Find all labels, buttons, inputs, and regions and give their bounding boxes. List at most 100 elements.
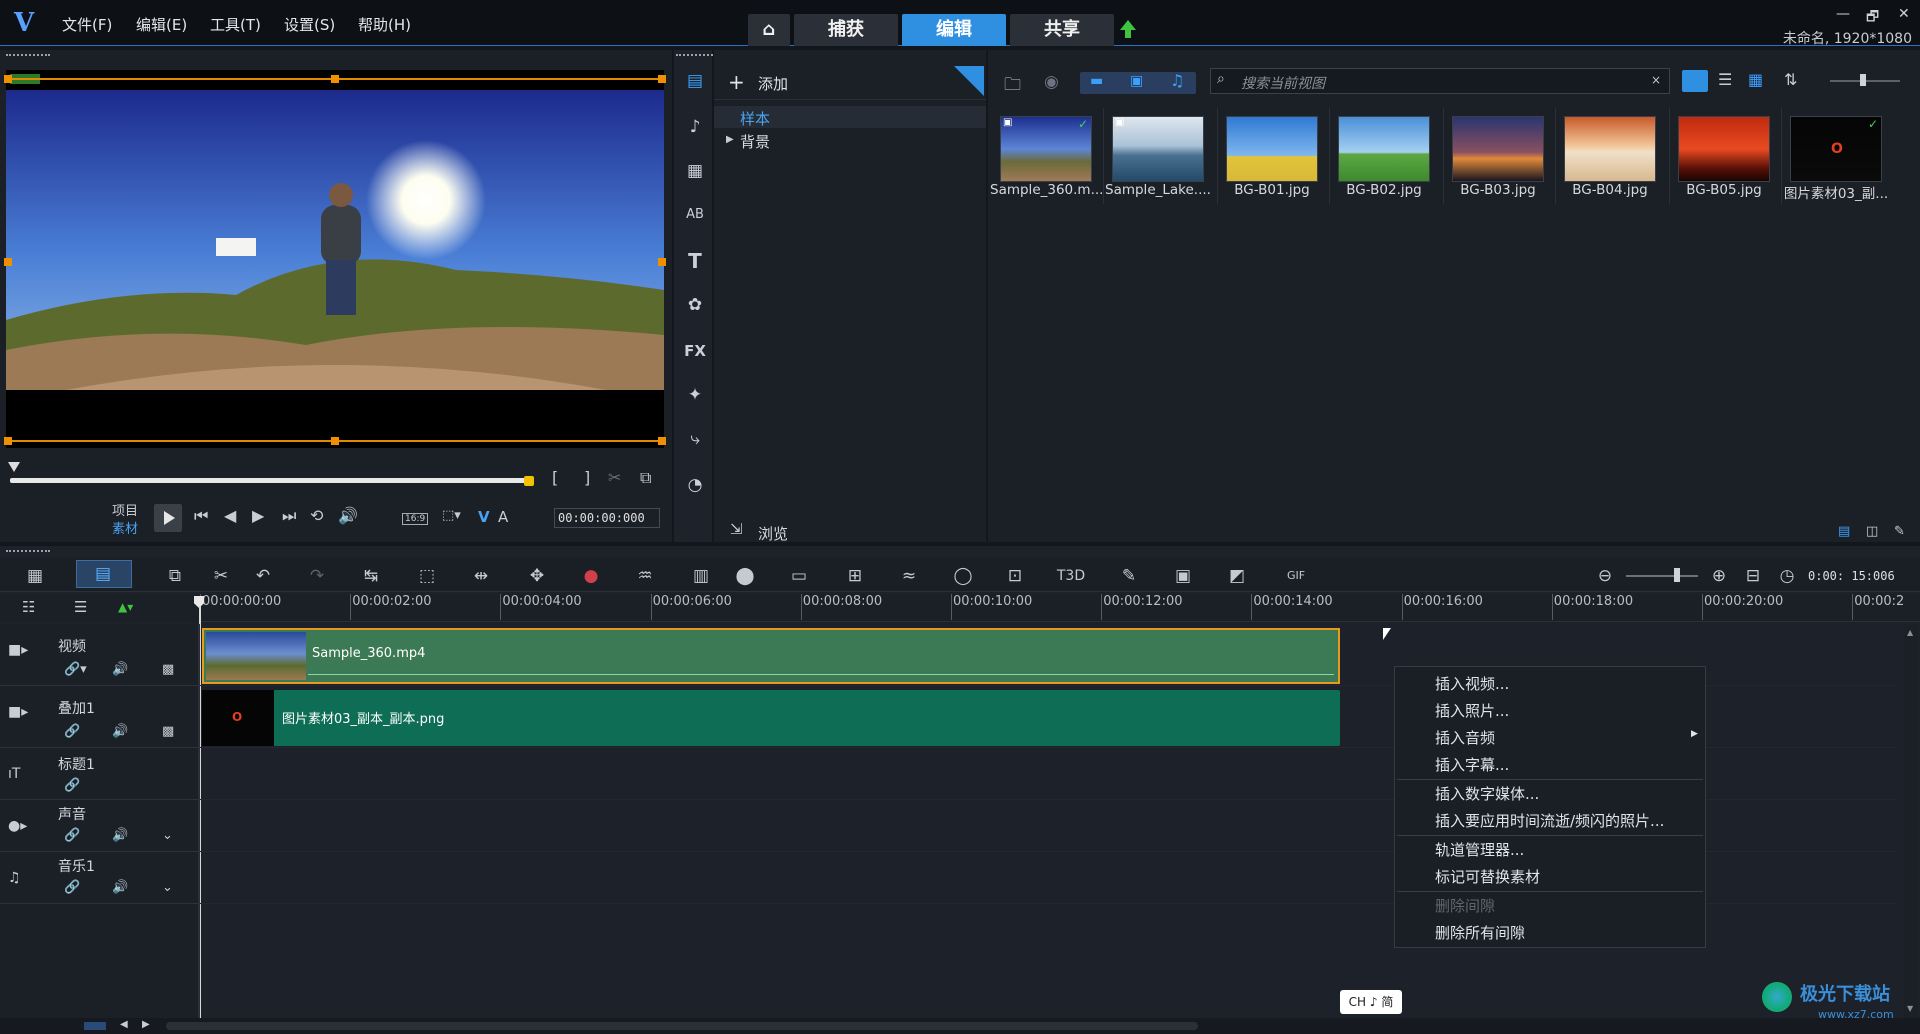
add-marker-icon[interactable]: ▲▾ xyxy=(118,600,133,614)
subtitle-icon[interactable]: ▭ xyxy=(784,564,814,588)
preview-window[interactable] xyxy=(4,70,666,448)
speed-icon[interactable]: ◔ xyxy=(680,470,710,500)
volume-icon[interactable]: 🔊 xyxy=(338,506,358,525)
grid-view-icon[interactable]: ▦ xyxy=(1748,70,1763,89)
overlay-clip[interactable]: O 图片素材03_副本_副本.png xyxy=(202,690,1340,746)
copy-icon[interactable]: ⧉ xyxy=(160,564,190,588)
track-header-voice[interactable]: ●▸ 声音 🔗 🔊 ⌄ xyxy=(0,800,198,852)
clear-search-icon[interactable]: × xyxy=(1651,73,1661,87)
title-template-icon[interactable]: AB xyxy=(680,200,710,230)
media-icon[interactable]: ▤ xyxy=(680,66,710,96)
ctx-delete-all-gaps[interactable]: 删除所有间隙 xyxy=(1435,922,1525,943)
gif-icon[interactable]: GIF xyxy=(1278,564,1314,588)
next-frame-icon[interactable]: ▶ xyxy=(252,506,264,525)
library-thumbnail[interactable]: O ✓ xyxy=(1790,116,1882,182)
expand-track-icon[interactable]: ⌄ xyxy=(162,828,173,843)
ctx-insert-video[interactable]: 插入视频... xyxy=(1435,673,1509,694)
tools-icon[interactable]: ✂ xyxy=(206,564,236,588)
timeline-view-button[interactable]: ▤ xyxy=(76,560,132,588)
audio-mixer-icon[interactable]: ♒ xyxy=(630,564,660,588)
menu-edit[interactable]: 编辑(E) xyxy=(136,14,187,35)
color-grading-icon[interactable]: ⬤ xyxy=(730,564,760,588)
tab-edit[interactable]: 编辑 xyxy=(902,14,1006,46)
add-icon[interactable]: + xyxy=(728,70,745,94)
library-thumbnail[interactable]: ▣ xyxy=(1112,116,1204,182)
tab-share[interactable]: 共享 xyxy=(1010,14,1114,46)
scrub-handle[interactable] xyxy=(8,462,20,472)
edit-panel-icon[interactable]: ✎ xyxy=(1894,524,1905,539)
scroll-left-icon[interactable]: ◀ xyxy=(120,1019,128,1030)
aspect-ratio-button[interactable]: 16:9 xyxy=(402,513,429,525)
timecode-field[interactable]: 00:00:00:000 xyxy=(554,508,660,528)
home-start-icon[interactable]: ⏮ xyxy=(194,506,208,526)
tab-capture[interactable]: 捕获 xyxy=(794,14,898,46)
mute-icon[interactable]: 🔊 xyxy=(112,828,128,843)
add-folder-button[interactable]: 添加 xyxy=(758,73,788,94)
timeline-zoom-slider[interactable] xyxy=(1626,575,1698,577)
mask-icon[interactable]: ◯ xyxy=(948,564,978,588)
mode-clip-label[interactable]: 素材 xyxy=(112,518,138,537)
auto-music-icon[interactable]: ▥ xyxy=(686,564,716,588)
panel-grip[interactable] xyxy=(6,54,50,57)
ime-indicator[interactable]: CH ♪ 简 xyxy=(1340,990,1402,1014)
ctx-insert-subtitle[interactable]: 插入字幕... xyxy=(1435,754,1509,775)
mark-out-button[interactable]: ] xyxy=(584,468,590,487)
panel-grip[interactable] xyxy=(6,550,50,553)
mark-in-button[interactable]: [ xyxy=(552,468,558,487)
pin-icon[interactable] xyxy=(954,66,984,96)
search-box[interactable]: ⌕ 搜索当前视图 × xyxy=(1210,68,1670,94)
text-icon[interactable]: T xyxy=(680,246,710,276)
scrub-bar[interactable] xyxy=(10,478,532,483)
crop-handle[interactable] xyxy=(658,437,666,445)
crop-handle[interactable] xyxy=(4,258,12,266)
show-photo-icon[interactable]: ▣ xyxy=(1130,73,1143,89)
menu-file[interactable]: 文件(F) xyxy=(62,14,112,35)
library-thumbnail[interactable] xyxy=(1678,116,1770,182)
instant-project-icon[interactable]: ♪ xyxy=(680,112,710,142)
browse-button[interactable]: 浏览 xyxy=(758,523,788,544)
capture-icon[interactable]: ◉ xyxy=(1044,72,1059,92)
trim-out-handle[interactable] xyxy=(524,476,534,486)
show-audio-icon[interactable]: ♫ xyxy=(1170,71,1184,90)
track-header-overlay[interactable]: ■▸ 叠加1 🔗 🔊 ▩ xyxy=(0,686,198,748)
fit-project-icon[interactable]: ↹ xyxy=(356,564,386,588)
storyboard-view-icon[interactable]: ▦ xyxy=(20,564,50,588)
library-thumbnail[interactable] xyxy=(1338,116,1430,182)
track-motion-icon[interactable]: ⊡ xyxy=(1000,564,1030,588)
link-icon[interactable]: 🔗 xyxy=(64,880,80,895)
ripple-icon[interactable]: ▩ xyxy=(162,662,174,677)
library-thumbnail[interactable] xyxy=(1564,116,1656,182)
speed-remap-icon[interactable]: ≈ xyxy=(894,564,924,588)
timeline-zoom-handle[interactable] xyxy=(1674,568,1680,582)
duration-timecode[interactable]: 0:00: 15:006 xyxy=(1808,566,1904,586)
enlarge-icon[interactable]: ⧉ xyxy=(640,468,651,488)
ripple-icon[interactable]: ▩ xyxy=(162,724,174,739)
close-button[interactable]: ✕ xyxy=(1898,6,1910,22)
time-ruler[interactable] xyxy=(198,594,1920,622)
crop-handle[interactable] xyxy=(658,75,666,83)
track-header-title[interactable]: ıT 标题1 🔗 xyxy=(0,748,198,800)
library-thumbnail[interactable] xyxy=(1452,116,1544,182)
mute-icon[interactable]: 🔊 xyxy=(112,724,128,739)
scroll-right-icon[interactable]: ▶ xyxy=(142,1019,150,1030)
thumb-size-handle[interactable] xyxy=(1860,74,1866,86)
split-screen-icon[interactable]: ⇹ xyxy=(466,564,496,588)
link-icon[interactable]: 🔗 xyxy=(64,724,80,739)
crop-handle[interactable] xyxy=(658,258,666,266)
folder-item-background[interactable]: 背景 xyxy=(740,131,770,152)
pan-zoom-icon[interactable]: ⬚ xyxy=(412,564,442,588)
ctx-insert-timelapse-photo[interactable]: 插入要应用时间流逝/频闪的照片... xyxy=(1435,810,1664,831)
resize-crop-icon[interactable]: ⬚▾ xyxy=(442,508,461,523)
list-view-icon[interactable]: ☰ xyxy=(1718,70,1732,89)
horizontal-scrollbar[interactable] xyxy=(166,1022,1198,1030)
end-icon[interactable]: ⏭ xyxy=(282,506,296,526)
crop-handle[interactable] xyxy=(4,75,12,83)
freeze-frame-icon[interactable]: ◩ xyxy=(1222,564,1252,588)
track-manager-icon[interactable]: ☷ xyxy=(22,598,35,616)
menu-help[interactable]: 帮助(H) xyxy=(358,14,411,35)
magic-icon[interactable]: ✦ xyxy=(680,380,710,410)
painting-icon[interactable]: ✎ xyxy=(1114,564,1144,588)
prev-frame-icon[interactable]: ◀ xyxy=(224,506,236,525)
scroll-down-icon[interactable]: ▼ xyxy=(1907,1004,1913,1013)
multi-cam-icon[interactable]: ⊞ xyxy=(840,564,870,588)
